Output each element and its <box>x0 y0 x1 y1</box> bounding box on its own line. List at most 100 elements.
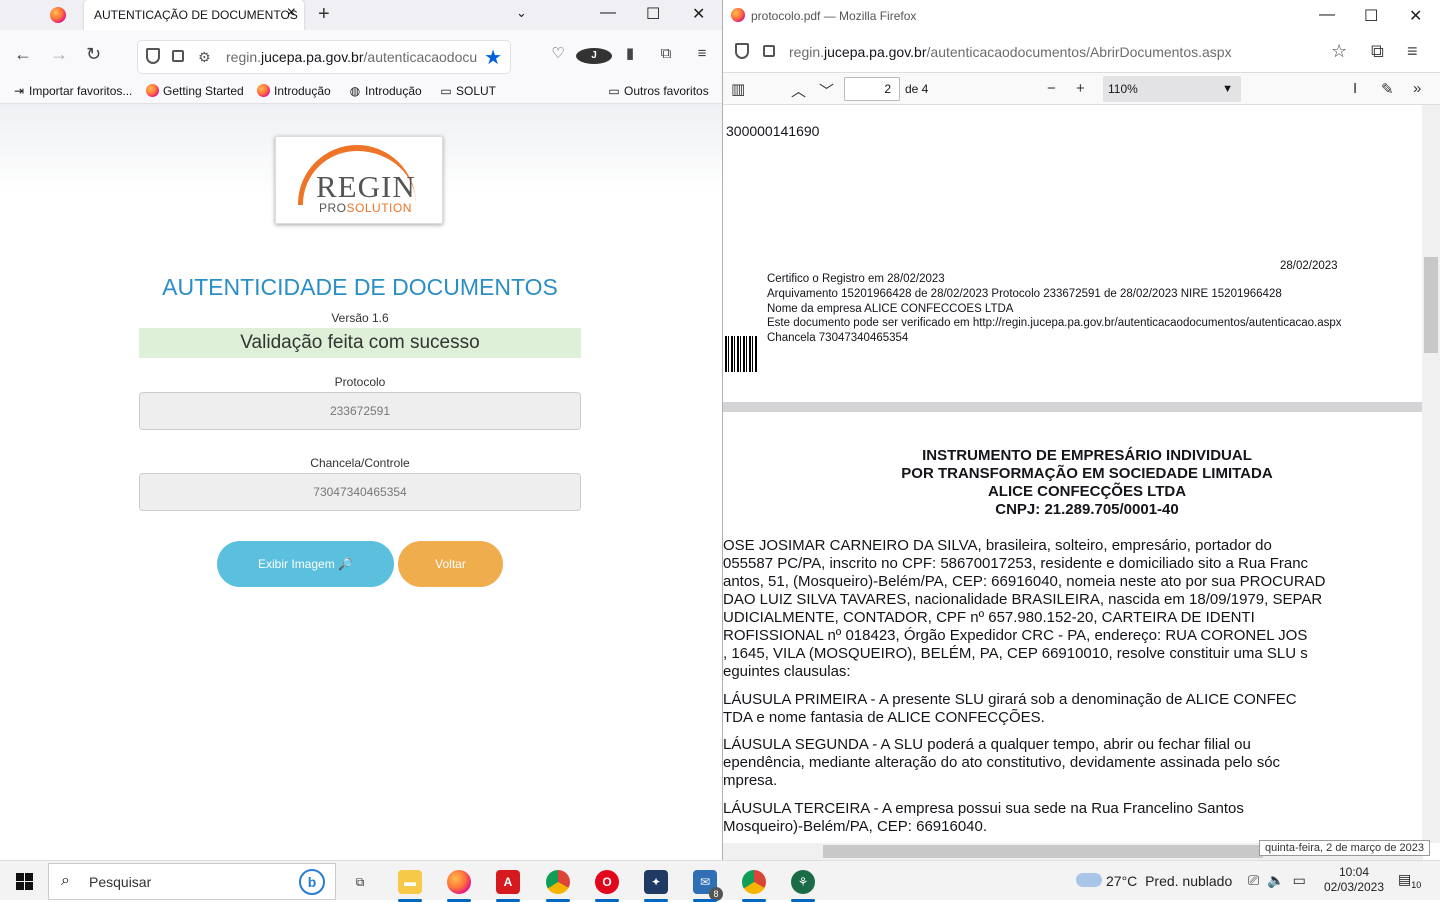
menu-icon[interactable]: ≡ <box>1407 41 1418 61</box>
bookmark-star-icon[interactable]: ★ <box>484 45 502 70</box>
logo-subtext: PROSOLUTION <box>319 201 412 215</box>
extensions-puzzle-icon[interactable]: ⧉ <box>648 45 684 62</box>
chrome-profile-icon[interactable] <box>734 865 774 902</box>
doc-heading: POR TRANSFORMAÇÃO EM SOCIEDADE LIMITADA <box>901 465 1273 482</box>
mail-badge: 8 <box>709 887 723 901</box>
firefox-taskbar-icon[interactable] <box>439 865 479 902</box>
zoom-select[interactable]: ▼ 110% <box>1103 76 1241 102</box>
protocol-input[interactable]: 233672591 <box>139 392 581 430</box>
lock-icon[interactable] <box>172 50 184 62</box>
notification-icon[interactable]: ▤10 <box>1398 871 1421 890</box>
bookmark-star-icon[interactable]: ☆ <box>1331 41 1347 61</box>
sidebar-toggle-icon[interactable]: ▥ <box>731 80 745 98</box>
page-number-input[interactable]: 2 <box>844 77 900 101</box>
pdf-cert-line: Este documento pode ser verificado em ht… <box>767 317 1342 329</box>
bookmark-other[interactable]: ▭ Outros favoritos <box>607 84 708 98</box>
account-icon[interactable]: J <box>576 45 612 64</box>
weather-widget[interactable]: 27°C Pred. nublado <box>1076 873 1232 889</box>
forward-icon[interactable]: → <box>50 44 68 64</box>
scroll-thumb[interactable] <box>1424 257 1438 353</box>
opera-icon[interactable]: O <box>587 865 627 902</box>
close-tab-icon[interactable]: × <box>287 5 296 21</box>
app-icon[interactable]: ✦ <box>636 865 676 902</box>
text-cursor-icon[interactable]: I <box>1353 80 1357 97</box>
back-icon[interactable]: ← <box>14 44 32 64</box>
title-bar: protocolo.pdf — Mozilla Firefox — ☐ ✕ <box>723 0 1440 32</box>
firefox-icon <box>731 8 745 22</box>
taskbar-search[interactable]: ⌕ Pesquisar b <box>48 863 336 900</box>
doc-paragraph-line: , 1645, VILA (MOSQUEIRO), BELÉM, PA, CEP… <box>723 645 1308 662</box>
chancela-label: Chancela/Controle <box>310 456 410 470</box>
maximize-icon[interactable]: ☐ <box>1364 6 1378 26</box>
minimize-icon[interactable]: — <box>1319 6 1335 24</box>
menu-icon[interactable]: ≡ <box>684 45 720 62</box>
tab-autenticacao[interactable]: AUTENTICAÇÃO DE DOCUMENTOS × <box>84 0 304 30</box>
url-text[interactable]: regin.jucepa.pa.gov.br/autenticacaodocum… <box>226 49 478 65</box>
shield-icon[interactable] <box>146 48 160 64</box>
left-browser-window: AUTENTICAÇÃO DE DOCUMENTOS × + ⌄ — ☐ ✕ ←… <box>0 0 722 860</box>
scroll-thumb[interactable] <box>823 845 1263 858</box>
clause-line: LÁUSULA TERCEIRA - A empresa possui sua … <box>723 800 1244 817</box>
taskbar: ⌕ Pesquisar b ⧉ ▬ A O ✦ ✉ 8 ⚘ 27°C Pred. … <box>0 860 1440 902</box>
network-icon[interactable]: ▭ <box>1293 872 1306 888</box>
doc-paragraph-line: 055587 PC/PA, inscrito no CPF: 586700172… <box>723 555 1309 572</box>
clause-line: LÁUSULA PRIMEIRA - A presente SLU girará… <box>723 691 1297 708</box>
url-text[interactable]: regin.jucepa.pa.gov.br/autenticacaodocum… <box>789 44 1232 60</box>
permissions-icon[interactable]: ⚙ <box>198 49 211 66</box>
zoom-in-icon[interactable]: + <box>1076 80 1085 97</box>
pocket-icon[interactable]: ♡ <box>540 44 576 62</box>
bookmark-introducao-2[interactable]: ◍ Introdução <box>348 84 422 98</box>
more-tools-icon[interactable]: » <box>1413 80 1421 97</box>
chevron-down-icon[interactable]: ⌄ <box>516 5 527 21</box>
minimize-icon[interactable]: — <box>600 4 616 22</box>
bookmark-import[interactable]: ⇥ Importar favoritos... <box>12 84 132 98</box>
firefox-icon <box>257 84 270 97</box>
url-bar[interactable]: regin.jucepa.pa.gov.br/autenticacaodocum… <box>723 32 1440 72</box>
bing-icon[interactable]: b <box>299 869 325 895</box>
draw-icon[interactable]: ✎ <box>1381 80 1394 98</box>
mail-icon[interactable]: ✉ 8 <box>685 865 725 902</box>
security-app-icon[interactable]: ⚘ <box>783 865 823 902</box>
acrobat-icon[interactable]: A <box>488 865 528 902</box>
vertical-scrollbar[interactable] <box>1422 105 1440 843</box>
windows-start-icon[interactable] <box>16 873 33 890</box>
zoom-out-icon[interactable]: − <box>1047 80 1056 97</box>
page-separator <box>723 402 1423 412</box>
bookmark-getting-started[interactable]: Getting Started <box>146 84 244 98</box>
volume-icon[interactable]: 🔈 <box>1267 872 1284 888</box>
logo-text: REGIN <box>316 169 416 204</box>
file-explorer-icon[interactable]: ▬ <box>390 865 430 902</box>
doc-heading: CNPJ: 21.289.705/0001-40 <box>995 501 1179 518</box>
bookmark-folder-solut[interactable]: ▭ SOLUT <box>439 84 496 98</box>
page-content: REGIN PROSOLUTION AUTENTICIDADE DE DOCUM… <box>0 104 722 860</box>
pdf-viewer[interactable]: 300000141690 28/02/2023 Certifico o Regi… <box>723 105 1423 843</box>
clause-line: ependência, mediante alteração do ato co… <box>723 754 1281 771</box>
clock[interactable]: 10:04 02/03/2023 <box>1320 865 1388 895</box>
chancela-input[interactable]: 73047340465354 <box>139 473 581 511</box>
clause-line: LÁUSULA SEGUNDA - A SLU poderá a qualque… <box>723 736 1251 753</box>
close-window-icon[interactable]: ✕ <box>1409 6 1422 26</box>
new-tab-icon[interactable]: + <box>318 3 330 26</box>
task-view-icon[interactable]: ⧉ <box>340 865 380 899</box>
lock-icon[interactable] <box>763 45 775 57</box>
reload-icon[interactable]: ↻ <box>86 44 101 64</box>
close-window-icon[interactable]: ✕ <box>692 4 705 24</box>
cloud-icon <box>1076 873 1102 887</box>
bookmark-introducao-1[interactable]: Introdução <box>257 84 331 98</box>
chrome-icon[interactable] <box>538 865 578 902</box>
extensions-icon[interactable]: ⧉ <box>1371 41 1384 61</box>
back-button[interactable]: Voltar <box>398 541 503 587</box>
next-page-icon[interactable]: ﹀ <box>819 80 834 101</box>
firefox-icon[interactable] <box>50 7 66 23</box>
doc-heading: ALICE CONFECÇÕES LTDA <box>987 483 1187 500</box>
bookmarks-bar: ⇥ Importar favoritos... Getting Started I… <box>0 80 722 104</box>
meet-icon[interactable]: ⎚ <box>1248 872 1259 888</box>
shield-icon[interactable] <box>735 43 749 59</box>
url-bar[interactable]: ⚙ regin.jucepa.pa.gov.br/autenticacaodoc… <box>138 41 510 73</box>
globe-icon: ◍ <box>349 84 361 98</box>
extension-icon[interactable]: ▮ <box>612 44 648 62</box>
maximize-icon[interactable]: ☐ <box>646 4 660 24</box>
previous-page-icon[interactable]: ︿ <box>791 80 806 101</box>
show-image-button[interactable]: Exibir Imagem 🔎 <box>217 541 394 587</box>
navigation-bar: ← → ↻ ⚙ regin.jucepa.pa.gov.br/autentica… <box>0 30 722 80</box>
